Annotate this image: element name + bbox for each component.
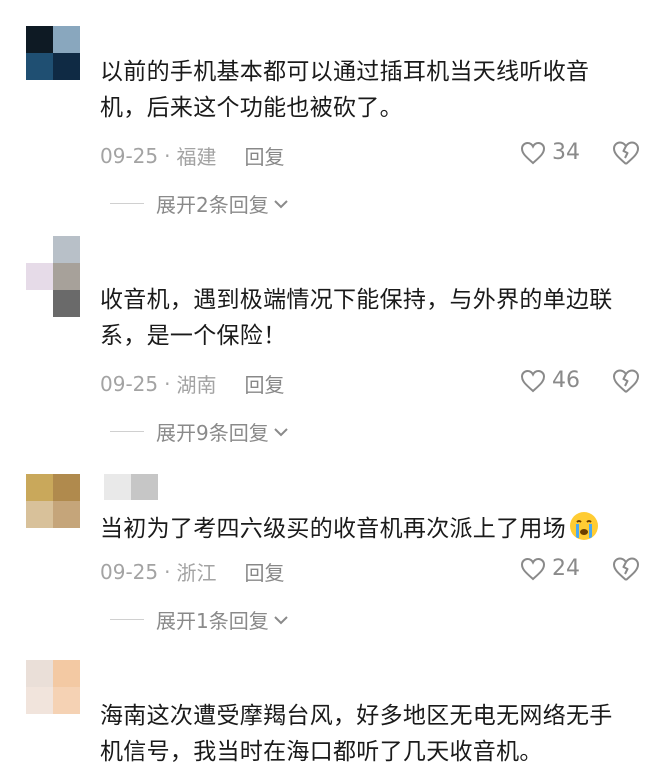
comment-text-line: 机，后来这个功能也被砍了。 xyxy=(100,95,403,121)
like-count: 24 xyxy=(552,556,580,581)
divider-line xyxy=(110,619,144,620)
avatar[interactable] xyxy=(26,474,80,528)
comment-date: 09-25 xyxy=(100,371,159,396)
comment-text: 收音机，遇到极端情况下能保持，与外界的单边联 系，是一个保险！ xyxy=(100,282,645,354)
separator-dot: · xyxy=(164,143,171,168)
avatar[interactable] xyxy=(26,660,80,714)
comment-meta: 09-25 · 湖南 回复 xyxy=(100,369,284,398)
username[interactable] xyxy=(104,474,158,500)
comment-meta: 09-25 · 浙江 回复 xyxy=(100,557,284,586)
comment-text-line: 收音机，遇到极端情况下能保持，与外界的单边联 xyxy=(100,287,613,313)
comment-date: 09-25 xyxy=(100,559,159,584)
heart-icon xyxy=(520,141,546,164)
separator-dot: · xyxy=(164,559,171,584)
broken-heart-icon xyxy=(613,141,639,165)
like-count: 34 xyxy=(552,140,580,165)
expand-replies-button[interactable]: 展开1条回复 xyxy=(110,605,289,634)
comment-text-line: 机信号，我当时在海口都听了几天收音机。 xyxy=(100,739,543,765)
like-button[interactable]: 46 xyxy=(520,368,580,393)
like-button[interactable]: 24 xyxy=(520,556,580,581)
comment-meta: 09-25 · 福建 回复 xyxy=(100,141,284,170)
comment-text-line: 系，是一个保险！ xyxy=(100,323,287,349)
heart-icon xyxy=(520,369,546,392)
reply-button[interactable]: 回复 xyxy=(244,369,284,398)
dislike-button[interactable] xyxy=(612,368,640,398)
comment-text-content: 当初为了考四六级买的收音机再次派上了用场 xyxy=(100,516,566,542)
comment-text-line: 以前的手机基本都可以通过插耳机当天线听收音 xyxy=(100,59,590,85)
expand-replies-button[interactable]: 展开2条回复 xyxy=(110,189,289,218)
divider-line xyxy=(110,431,144,432)
broken-heart-icon xyxy=(613,369,639,393)
like-count: 46 xyxy=(552,368,580,393)
chevron-down-icon xyxy=(274,199,288,208)
chevron-down-icon xyxy=(274,427,288,436)
broken-heart-icon xyxy=(613,557,639,581)
reply-button[interactable]: 回复 xyxy=(244,141,284,170)
avatar[interactable] xyxy=(26,26,80,80)
expand-replies-label: 展开2条回复 xyxy=(156,193,269,217)
divider-line xyxy=(110,203,144,204)
comment-text: 当初为了考四六级买的收音机再次派上了用场 xyxy=(100,510,645,547)
comment-location: 福建 xyxy=(176,145,217,169)
comment-location: 湖南 xyxy=(176,373,217,397)
comment-location: 浙江 xyxy=(176,561,217,585)
separator-dot: · xyxy=(164,371,171,396)
avatar[interactable] xyxy=(26,236,80,317)
comment-text: 以前的手机基本都可以通过插耳机当天线听收音 机，后来这个功能也被砍了。 xyxy=(100,54,645,126)
comment-text-line: 海南这次遭受摩羯台风，好多地区无电无网络无手 xyxy=(100,703,613,729)
comment-text: 海南这次遭受摩羯台风，好多地区无电无网络无手 机信号，我当时在海口都听了几天收音… xyxy=(100,698,645,770)
expand-replies-button[interactable]: 展开9条回复 xyxy=(110,417,289,446)
comment-date: 09-25 xyxy=(100,143,159,168)
chevron-down-icon xyxy=(274,615,288,624)
expand-replies-label: 展开9条回复 xyxy=(156,421,269,445)
reply-button[interactable]: 回复 xyxy=(244,557,284,586)
like-button[interactable]: 34 xyxy=(520,140,580,165)
comment-text-line: 当初为了考四六级买的收音机再次派上了用场 xyxy=(100,510,645,547)
heart-icon xyxy=(520,557,546,580)
expand-replies-label: 展开1条回复 xyxy=(156,609,269,633)
crying-face-emoji-icon xyxy=(570,512,598,540)
dislike-button[interactable] xyxy=(612,140,640,170)
dislike-button[interactable] xyxy=(612,556,640,586)
